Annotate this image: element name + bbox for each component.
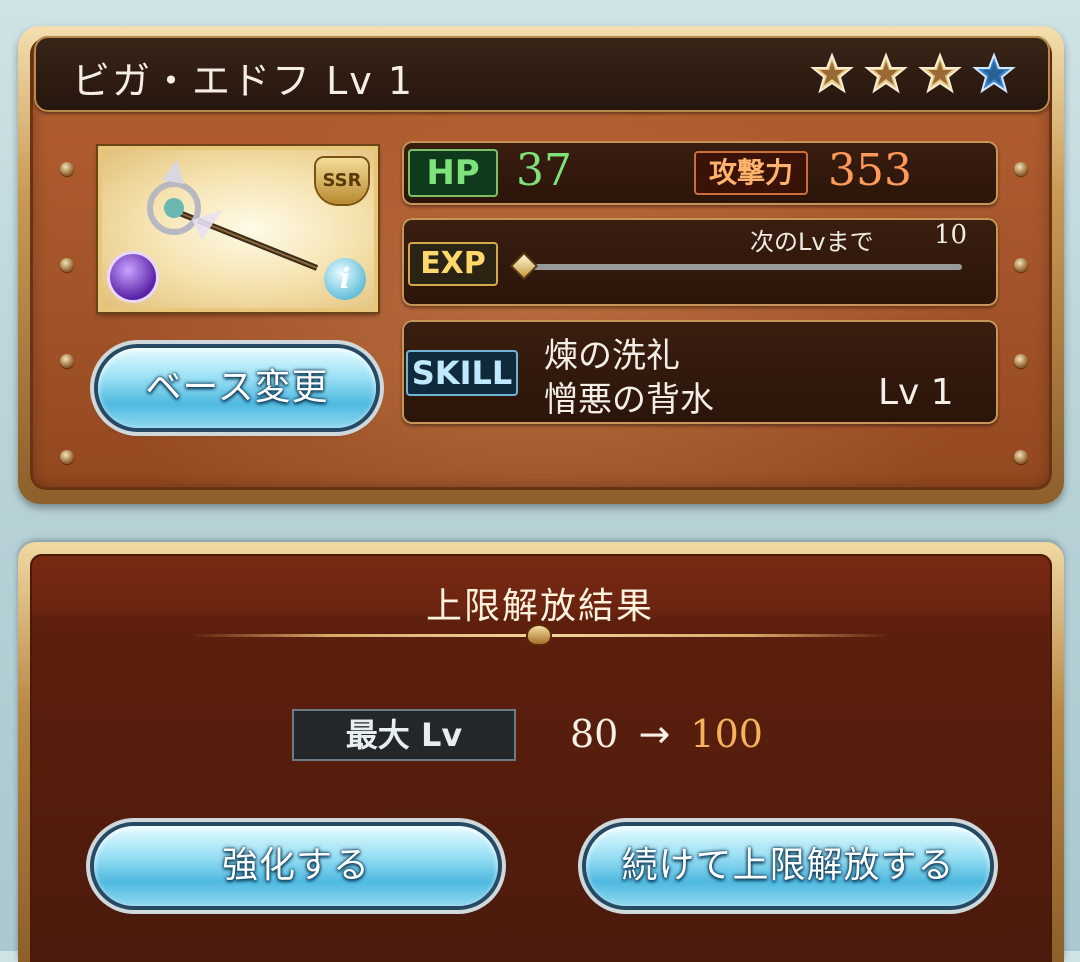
rivet [60,258,74,272]
ssr-badge: SSR [316,158,368,204]
max-level-old: 80 [570,712,619,756]
attack-value: 353 [828,145,912,196]
arrow-right-icon: → [638,712,671,756]
continue-uncap-button[interactable]: 続けて上限解放する [586,826,990,906]
rivet [1014,450,1028,464]
uncap-stars [810,52,1016,96]
info-icon[interactable]: i [324,258,366,300]
max-level-change: 80 → 100 [570,712,763,756]
exp-progress-bar [522,264,962,270]
continue-uncap-label: 続けて上限解放する [621,845,955,886]
weapon-title-bar: ビガ・エドフ Lv 1 [34,36,1050,112]
star-blue-icon [972,52,1016,94]
skill-label: SKILL [406,350,518,396]
exp-progress-knob [512,254,536,278]
exp-panel: EXP 次のLvまで 10 [402,218,998,306]
rivet [60,450,74,464]
stats-panel: HP 37 攻撃力 353 [402,141,998,205]
skill-level: Lv 1 [878,372,954,413]
exp-next-label: 次のLvまで [750,228,874,256]
skill-panel: SKILL 煉の洗礼 憎悪の背水 Lv 1 [402,320,998,424]
skill-name-1: 煉の洗礼 [544,336,680,376]
max-level-new: 100 [690,712,763,756]
weapon-thumbnail[interactable]: SSR i [98,146,378,312]
dark-element-icon [110,254,156,300]
star-filled-icon [864,52,908,94]
hp-value: 37 [516,145,572,196]
weapon-name-level: ビガ・エドフ Lv 1 [72,59,414,103]
change-base-label: ベース変更 [145,367,329,408]
exp-label: EXP [408,242,498,286]
star-filled-icon [918,52,962,94]
divider-ornament-icon [528,626,550,644]
change-base-button[interactable]: ベース変更 [98,348,376,428]
rivet [60,162,74,176]
max-level-label: 最大 Lv [292,709,516,761]
rivet [1014,258,1028,272]
star-filled-icon [810,52,854,94]
rivet [1014,162,1028,176]
hp-label: HP [408,149,498,197]
uncap-result-title: 上限解放結果 [425,586,654,627]
rivet [1014,354,1028,368]
enhance-button[interactable]: 強化する [94,826,498,906]
attack-label: 攻撃力 [694,151,808,195]
skill-name-2: 憎悪の背水 [544,380,714,420]
rivet [60,354,74,368]
enhance-label: 強化する [221,845,370,886]
exp-next-value: 10 [934,220,968,250]
